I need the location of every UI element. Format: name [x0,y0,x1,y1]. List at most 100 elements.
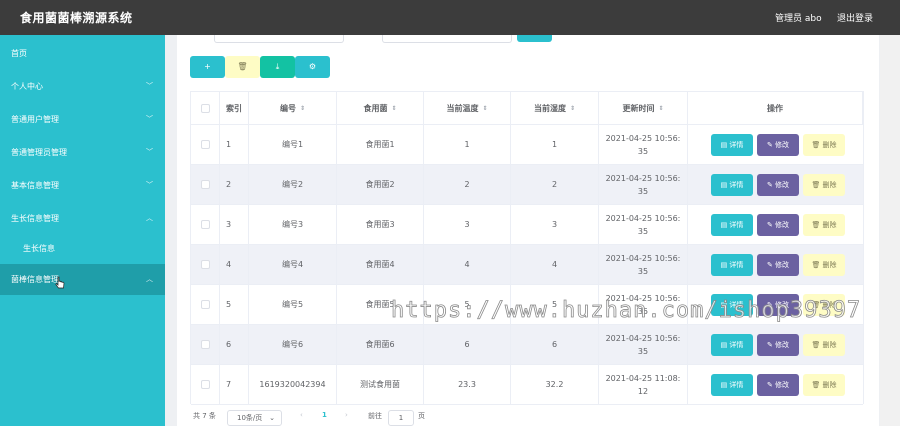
sort-icon[interactable]: ⇕ [300,102,305,115]
page-number-1[interactable]: 1 [322,411,327,419]
delete-button[interactable]: 🗑 删除 [803,254,845,276]
cell-select[interactable] [191,165,220,204]
sidebar-item-growth-info[interactable]: 生长信息 [0,233,165,264]
search-input-1[interactable] [214,35,344,43]
detail-button[interactable]: ▤ 详情 [711,374,753,396]
cell-select[interactable] [191,205,220,244]
vertical-scrollbar[interactable] [880,35,900,426]
logout-link[interactable]: 退出登录 [837,11,873,24]
header-updated-time[interactable]: 更新时间 ⇕ [599,92,688,124]
edit-button[interactable]: ✎ 修改 [757,374,799,396]
detail-button[interactable]: ▤ 详情 [711,174,753,196]
edit-button[interactable]: ✎ 修改 [757,214,799,236]
sidebar-item-user-management[interactable]: 普通用户管理 ﹀ [0,104,165,135]
sidebar-item-growth-management[interactable]: 生长信息管理 ︿ [0,203,165,234]
goto-page-input[interactable]: 1 [388,410,414,426]
cell-index: 6 [220,325,249,364]
edit-button[interactable]: ✎ 修改 [757,134,799,156]
checkbox[interactable] [200,340,210,349]
add-button[interactable]: + [190,56,225,78]
cell-current-humidity: 2 [511,165,599,204]
download-button[interactable]: ⤓ [260,56,295,78]
delete-button[interactable]: 🗑 删除 [803,374,845,396]
updated-time-line2: 35 [637,346,649,356]
search-input-2[interactable] [382,35,512,43]
cell-updated-time: 2021-04-25 10:56: 35 [599,325,688,364]
checkbox[interactable] [200,380,210,389]
checkbox[interactable] [200,140,210,149]
header-current-temp[interactable]: 当前温度 ⇕ [424,92,511,124]
updated-time-text: 2021-04-25 10:56: 35 [606,212,681,238]
table-row: 3 编号3 食用菌3 3 3 2021-04-25 10:56: 35 ▤ 详情 ✎ 修改 🗑 删… [191,205,863,245]
cell-select[interactable] [191,365,220,404]
cell-index: 7 [220,365,249,404]
cell-select[interactable] [191,125,220,164]
cell-fungus: 食用菌6 [337,325,424,364]
page-suffix: 页 [418,412,425,420]
detail-button[interactable]: ▤ 详情 [711,214,753,236]
sidebar-item-stick-management[interactable]: 菌棒信息管理 ︿ [0,264,165,295]
checkbox[interactable] [200,180,210,189]
detail-button[interactable]: ▤ 详情 [711,134,753,156]
cell-code: 编号3 [249,205,337,244]
sort-icon[interactable]: ⇕ [482,102,487,115]
updated-time-line2: 12 [637,386,649,396]
cell-current-humidity: 4 [511,245,599,284]
header-current-humidity[interactable]: 当前湿度 ⇕ [511,92,599,124]
cell-current-humidity: 3 [511,205,599,244]
admin-user-label[interactable]: 管理员 abo [775,11,822,24]
sidebar-item-admin-management[interactable]: 普通管理员管理 ﹀ [0,137,165,168]
checkbox[interactable] [200,220,210,229]
cell-current-temp: 23.3 [424,365,511,404]
header-index: 索引 [220,92,249,124]
updated-time-text: 2021-04-25 10:56: 35 [606,172,681,198]
cell-updated-time: 2021-04-25 10:56: 35 [599,245,688,284]
prev-page-button[interactable]: ‹ [300,411,303,419]
search-button[interactable] [517,35,552,42]
cell-index: 1 [220,125,249,164]
cell-code: 编号5 [249,285,337,324]
cell-current-temp: 2 [424,165,511,204]
page-size-select[interactable]: 10条/页 ⌄ [227,410,282,426]
updated-time-line2: 35 [637,146,649,156]
cell-fungus: 食用菌1 [337,125,424,164]
sort-icon[interactable]: ⇕ [570,102,575,115]
detail-button[interactable]: ▤ 详情 [711,254,753,276]
cell-select[interactable] [191,245,220,284]
next-page-button[interactable]: › [345,411,348,419]
checkbox[interactable] [200,103,210,113]
batch-delete-button[interactable]: 🗑 [225,56,260,78]
header-select-all[interactable] [191,92,220,124]
sidebar-item-basic-info[interactable]: 基本信息管理 ﹀ [0,170,165,201]
delete-button[interactable]: 🗑 删除 [803,134,845,156]
updated-time-line1: 2021-04-25 10:56: [605,173,681,183]
chevron-up-icon: ︿ [146,214,153,222]
edit-button[interactable]: ✎ 修改 [757,254,799,276]
updated-time-line1: 2021-04-25 10:56: [605,333,681,343]
checkbox[interactable] [200,300,210,309]
checkbox[interactable] [200,260,210,269]
delete-button[interactable]: 🗑 删除 [803,334,845,356]
sidebar-item-label: 生长信息管理 [11,214,59,223]
header-code[interactable]: 编号 ⇕ [249,92,337,124]
cell-select[interactable] [191,325,220,364]
delete-button[interactable]: 🗑 删除 [803,174,845,196]
sidebar-item-personal-center[interactable]: 个人中心 ﹀ [0,71,165,102]
sort-icon[interactable]: ⇕ [391,102,396,115]
statistics-button[interactable]: ⚙ [295,56,330,78]
sidebar-item-label: 普通用户管理 [11,115,59,124]
updated-time-line2: 35 [637,266,649,276]
header-fungus[interactable]: 食用菌 ⇕ [337,92,424,124]
header-actions: 操作 [688,92,863,124]
sidebar-item-label: 首页 [11,49,27,58]
delete-button[interactable]: 🗑 删除 [803,214,845,236]
updated-time-text: 2021-04-25 11:08: 12 [606,372,681,398]
detail-button[interactable]: ▤ 详情 [711,334,753,356]
table-row: 4 编号4 食用菌4 4 4 2021-04-25 10:56: 35 ▤ 详情 ✎ 修改 🗑 删… [191,245,863,285]
edit-button[interactable]: ✎ 修改 [757,174,799,196]
edit-button[interactable]: ✎ 修改 [757,334,799,356]
cell-select[interactable] [191,285,220,324]
sidebar-item-home[interactable]: 首页 [0,38,165,69]
sort-icon[interactable]: ⇕ [658,102,663,115]
sidebar-item-label: 普通管理员管理 [11,148,67,157]
